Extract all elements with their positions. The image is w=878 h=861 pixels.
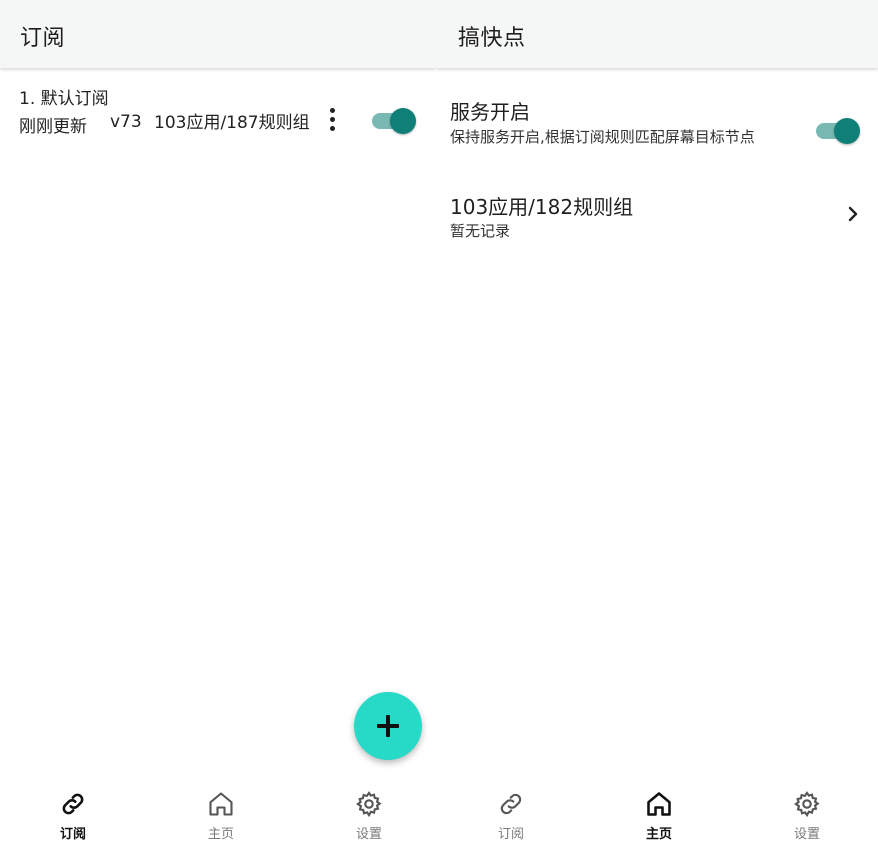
page-title: 搞快点 [458, 26, 526, 51]
rules-summary-subtitle: 暂无记录 [450, 222, 511, 240]
service-title: 服务开启 [450, 100, 530, 124]
nav-item-subscriptions[interactable]: 订阅 [28, 782, 118, 848]
home-icon [209, 792, 233, 816]
more-vert-icon-dot [330, 108, 335, 113]
nav-label-home: 主页 [207, 827, 234, 842]
subscription-card[interactable]: 1. 默认订阅 刚刚更新 v73 103应用/187规则组 [10, 78, 430, 166]
nav-item-home[interactable]: 主页 [176, 782, 266, 848]
nav-label-subscriptions: 订阅 [59, 827, 86, 842]
plus-icon [377, 715, 399, 737]
chevron-right-icon [848, 206, 858, 222]
subscription-updated-time: 刚刚更新 [19, 117, 87, 137]
home-icon [647, 792, 671, 816]
more-vert-icon-dot [330, 126, 335, 131]
subscription-stats: 103应用/187规则组 [154, 113, 310, 133]
switch-thumb [390, 108, 416, 134]
top-app-bar: 搞快点 [436, 0, 878, 68]
nav-label-settings: 设置 [355, 827, 382, 842]
subscription-name: 1. 默认订阅 [19, 89, 109, 109]
link-icon [62, 793, 84, 815]
subscription-version: v73 [110, 112, 142, 132]
bottom-navigation: 订阅 主页 设置 [0, 782, 436, 861]
nav-item-home[interactable]: 主页 [614, 782, 704, 848]
more-options-button[interactable] [322, 108, 342, 134]
add-subscription-button[interactable] [354, 692, 422, 760]
bottom-navigation: 订阅 主页 设置 [436, 782, 878, 861]
page-title: 订阅 [20, 26, 66, 51]
gear-icon [794, 791, 820, 818]
subscription-enable-switch[interactable] [372, 108, 416, 134]
service-enable-switch[interactable] [816, 118, 860, 144]
service-description: 保持服务开启,根据订阅规则匹配屏幕目标节点 [450, 128, 755, 146]
nav-label-settings: 设置 [793, 827, 820, 842]
link-icon [500, 793, 522, 815]
more-vert-icon-dot [330, 117, 335, 122]
home-screen: 搞快点 服务开启 保持服务开启,根据订阅规则匹配屏幕目标节点 103应用/182… [436, 0, 878, 861]
nav-item-subscriptions[interactable]: 订阅 [466, 782, 556, 848]
rules-summary-title: 103应用/182规则组 [450, 195, 634, 219]
nav-item-settings[interactable]: 设置 [762, 782, 852, 848]
nav-label-subscriptions: 订阅 [497, 827, 524, 842]
nav-item-settings[interactable]: 设置 [324, 782, 414, 848]
subscriptions-screen: 订阅 1. 默认订阅 刚刚更新 v73 103应用/187规则组 订阅 主页 设… [0, 0, 436, 861]
nav-label-home: 主页 [645, 827, 672, 842]
gear-icon [356, 791, 382, 818]
switch-thumb [834, 118, 860, 144]
top-app-bar: 订阅 [0, 0, 436, 68]
